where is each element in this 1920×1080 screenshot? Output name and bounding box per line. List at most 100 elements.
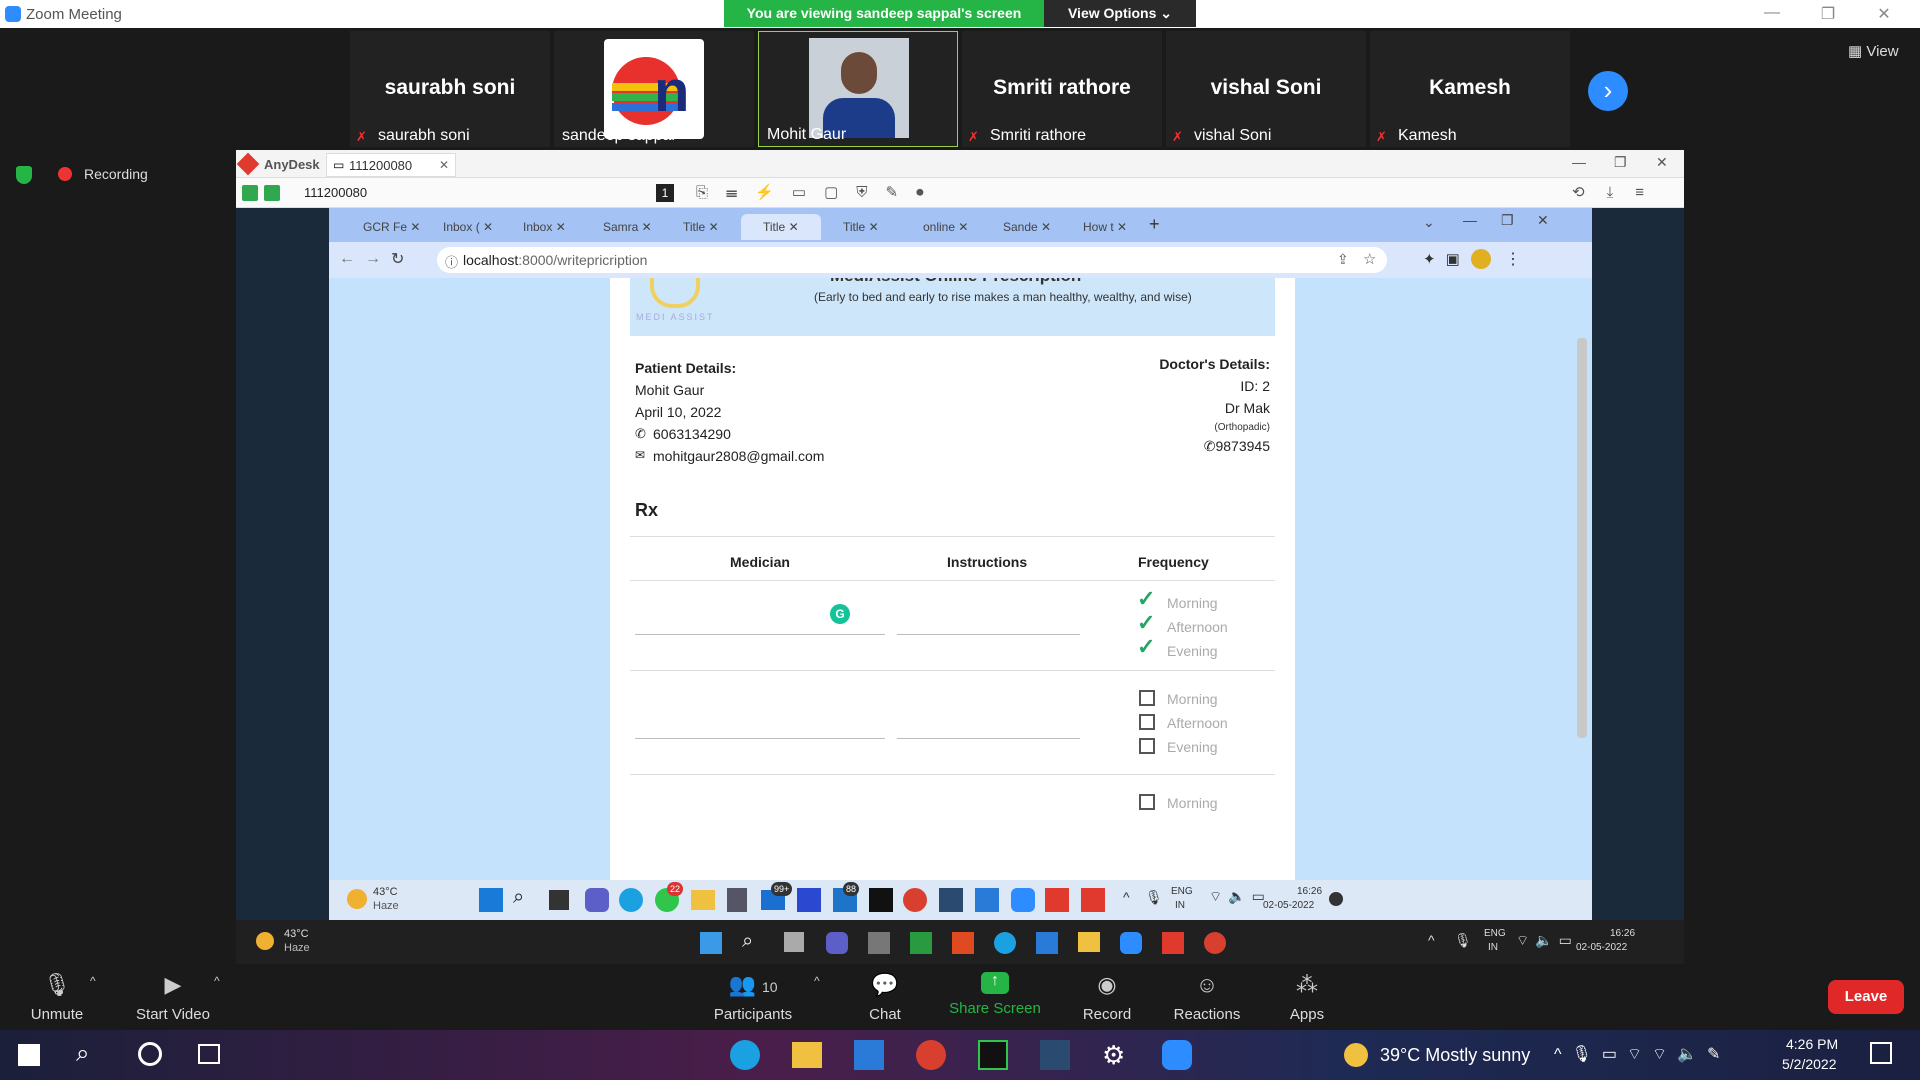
menu-icon[interactable]: ⋮ — [1505, 249, 1521, 269]
share-icon[interactable]: ⇪ — [1337, 251, 1349, 268]
instructions-input[interactable] — [897, 634, 1080, 635]
start-icon[interactable] — [479, 888, 503, 912]
checkbox[interactable] — [1139, 794, 1155, 810]
next-page-button[interactable]: › — [1588, 71, 1628, 111]
checkbox[interactable] — [1139, 690, 1155, 706]
teams-icon[interactable] — [826, 932, 848, 954]
office-icon[interactable] — [952, 932, 974, 954]
anydesk-action-icons[interactable]: ⎘☰⚡▭▢⛨✎⏺ — [696, 183, 942, 201]
checkbox-checked[interactable]: ✓ — [1137, 634, 1155, 660]
mic-icon[interactable]: 🎙 — [1454, 932, 1472, 949]
app-icon[interactable] — [1040, 1040, 1070, 1070]
tab-search-icon[interactable]: ⌄ — [1423, 214, 1435, 231]
reactions-button[interactable]: ☺ Reactions — [1152, 972, 1262, 1023]
view-button[interactable]: ▦ View — [1848, 42, 1899, 60]
search-icon[interactable]: ⌕ — [513, 886, 524, 909]
checkbox[interactable] — [1139, 738, 1155, 754]
chrome-icon[interactable] — [916, 1040, 946, 1070]
folder-icon[interactable] — [792, 1042, 822, 1068]
view-options-button[interactable]: View Options ⌄ — [1044, 0, 1196, 27]
browser-tab[interactable]: GCR Fe ✕ — [341, 214, 421, 240]
restore-icon[interactable]: ❐ — [1614, 154, 1627, 171]
close-icon[interactable]: ✕ — [1656, 154, 1668, 171]
medicine-input[interactable] — [635, 634, 885, 635]
tray-status-icons[interactable]: ⌔🔈▭ — [1516, 932, 1578, 950]
back-icon[interactable]: ← — [339, 250, 355, 268]
task-view-icon[interactable] — [549, 890, 569, 910]
vscode-icon[interactable] — [1036, 932, 1058, 954]
vscode-icon[interactable] — [854, 1040, 884, 1070]
chrome-icon[interactable] — [903, 888, 927, 912]
grammarly-icon[interactable]: G — [830, 604, 850, 624]
anydesk-icon[interactable] — [1045, 888, 1069, 912]
zoom-icon[interactable] — [1120, 932, 1142, 954]
task-view-icon[interactable] — [784, 932, 804, 952]
chevron-up-icon[interactable]: ^ — [814, 974, 820, 988]
browser-tab[interactable]: Inbox ( ✕ — [421, 214, 501, 240]
anydesk-icon[interactable] — [1081, 888, 1105, 912]
participant-tile[interactable]: Smriti rathore ✗ Smriti rathore — [962, 31, 1162, 147]
display-number[interactable]: 1 — [656, 184, 674, 202]
checkbox-checked[interactable]: ✓ — [1137, 610, 1155, 636]
anydesk-icon[interactable] — [1162, 932, 1184, 954]
chrome-icon[interactable] — [1204, 932, 1226, 954]
settings-icon[interactable]: ⚙ — [1102, 1040, 1125, 1071]
participants-button[interactable]: 👥 10 Participants — [698, 972, 808, 1023]
weather-text[interactable]: 39°C Mostly sunny — [1380, 1045, 1530, 1066]
tray-icons[interactable]: ^🎙▭⌔⌔🔈✎ — [1554, 1044, 1730, 1064]
browser-tab[interactable]: How t ✕ — [1061, 214, 1141, 240]
edge-icon[interactable] — [619, 888, 643, 912]
browser-tab[interactable]: Title ✕ — [661, 214, 741, 240]
folder-icon[interactable] — [1078, 932, 1100, 952]
lang-region[interactable]: IN — [1175, 900, 1185, 911]
participant-tile[interactable]: vishal Soni ✗ vishal Soni — [1166, 31, 1366, 147]
start-video-button[interactable]: ▶ Start Video — [118, 972, 228, 1023]
calculator-icon[interactable] — [727, 888, 747, 912]
forward-icon[interactable]: → — [365, 250, 381, 268]
close-tab-icon[interactable]: ✕ — [439, 158, 449, 172]
record-button[interactable]: ◉ Record — [1052, 972, 1162, 1023]
leave-button[interactable]: Leave — [1828, 980, 1904, 1014]
search-icon[interactable]: ⌕ — [76, 1040, 89, 1068]
lang-code[interactable]: ENG — [1171, 886, 1193, 897]
edge-icon[interactable] — [994, 932, 1016, 954]
tray-chevron-icon[interactable]: ^ — [1123, 889, 1130, 905]
share-screen-button[interactable]: ↑ Share Screen — [940, 972, 1050, 1017]
browser-tab-active[interactable]: Title ✕ — [741, 214, 821, 240]
close-icon[interactable]: ✕ — [1864, 4, 1904, 24]
scrollbar[interactable] — [1577, 338, 1587, 738]
minimize-icon[interactable]: — — [1752, 4, 1792, 24]
task-view-icon[interactable] — [198, 1044, 220, 1064]
pycharm-icon[interactable] — [978, 1040, 1008, 1070]
star-icon[interactable]: ☆ — [1363, 250, 1376, 268]
start-icon[interactable] — [18, 1044, 40, 1066]
checkbox[interactable] — [1139, 714, 1155, 730]
notifications-icon[interactable] — [1870, 1042, 1892, 1064]
pycharm-icon[interactable] — [869, 888, 893, 912]
profile-avatar[interactable] — [1471, 249, 1491, 269]
chevron-up-icon[interactable]: ^ — [214, 974, 220, 988]
tray-chevron-icon[interactable]: ^ — [1428, 932, 1435, 948]
participant-tile[interactable]: n sandeep sappal — [554, 31, 754, 147]
camera-icon[interactable] — [868, 932, 890, 954]
browser-tab[interactable]: Inbox ✕ — [501, 214, 581, 240]
anydesk-right-icons[interactable]: ⟲⤓≡ — [1572, 183, 1666, 201]
app-icon[interactable] — [939, 888, 963, 912]
new-tab-button[interactable]: + — [1149, 214, 1160, 235]
checkbox-checked[interactable]: ✓ — [1137, 586, 1155, 612]
participant-tile-active[interactable]: Mohit Gaur — [758, 31, 958, 147]
chevron-up-icon[interactable]: ^ — [90, 974, 96, 988]
address-bar[interactable]: ⓘ localhost:8000/writepricription ⇪ ☆ — [437, 247, 1387, 273]
address-field[interactable]: 111200080 — [304, 185, 367, 200]
minimize-icon[interactable]: — — [1463, 212, 1477, 228]
start-icon[interactable] — [700, 932, 722, 954]
participant-tile[interactable]: saurabh soni ✗ saurabh soni — [350, 31, 550, 147]
close-icon[interactable]: ✕ — [1537, 212, 1549, 229]
reload-icon[interactable]: ↻ — [391, 249, 404, 269]
medicine-input[interactable] — [635, 738, 885, 739]
participant-tile[interactable]: Kamesh ✗ Kamesh — [1370, 31, 1570, 147]
lang-region[interactable]: IN — [1488, 942, 1498, 953]
zoom-icon[interactable] — [1011, 888, 1035, 912]
mic-icon[interactable]: 🎙 — [1145, 889, 1163, 906]
zoom-icon[interactable] — [1162, 1040, 1192, 1070]
